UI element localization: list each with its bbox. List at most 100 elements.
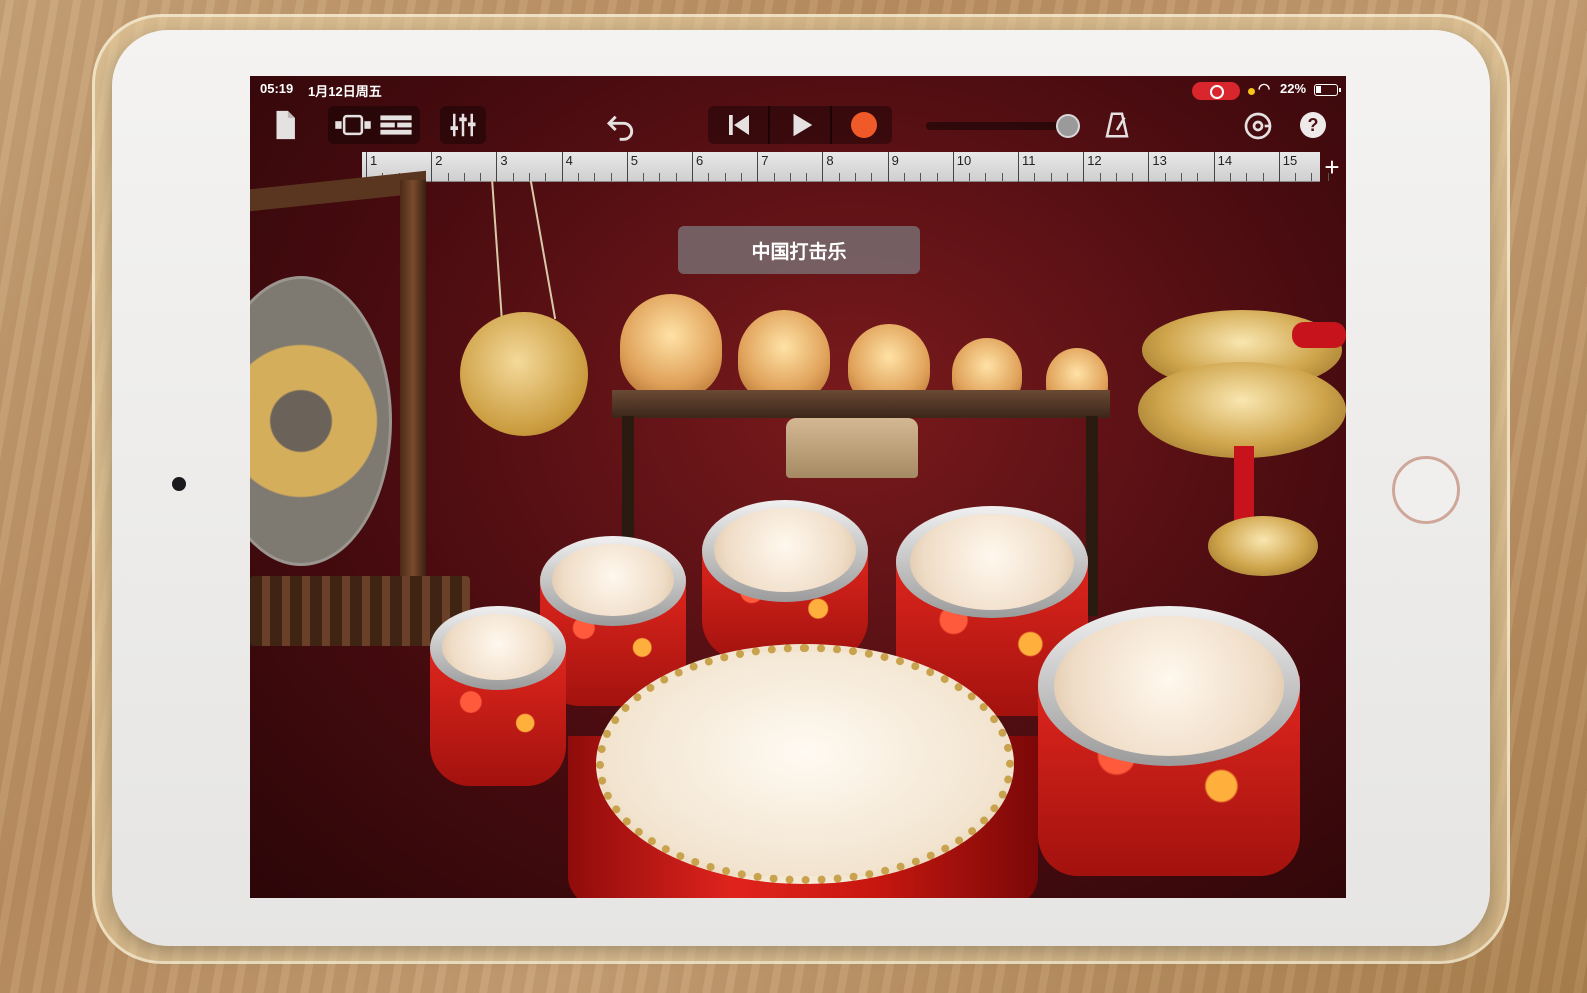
- ruler-beat-tick: [985, 173, 987, 181]
- record-button[interactable]: [842, 110, 886, 140]
- go-to-start-icon[interactable]: [718, 110, 760, 140]
- ruler-beat-tick: [1115, 173, 1117, 181]
- ruler-bar-label: 4: [565, 153, 573, 168]
- drum-head[interactable]: [910, 514, 1074, 610]
- status-bar: 05:19 1月12日周五 ◠ 22%: [250, 76, 1346, 100]
- ruler-beat-tick: [773, 173, 775, 181]
- undo-icon[interactable]: [604, 110, 638, 142]
- play-icon[interactable]: [780, 110, 822, 140]
- ruler-beat-tick: [1164, 173, 1166, 181]
- metronome-icon[interactable]: [1102, 110, 1132, 140]
- gong-frame-post: [400, 180, 426, 600]
- ruler-bar-mark: 11: [1018, 152, 1036, 182]
- ruler-beat-tick: [643, 173, 645, 181]
- ruler-beat-tick: [594, 173, 596, 181]
- ruler-beat-tick: [740, 173, 742, 181]
- instrument-name-label[interactable]: 中国打击乐: [678, 226, 920, 274]
- mixer-icon[interactable]: [446, 110, 480, 140]
- ruler-beat-tick: [1295, 173, 1297, 181]
- ruler-beat-tick: [1229, 173, 1231, 181]
- ruler-beat-tick: [1246, 173, 1248, 181]
- record-icon: [851, 112, 877, 138]
- ruler-beat-tick: [463, 173, 465, 181]
- drum-tom-1[interactable]: [430, 606, 566, 786]
- ruler-bar-label: 15: [1282, 153, 1298, 168]
- ruler-bar-mark: 14: [1213, 152, 1232, 182]
- ruler-bar-mark: 4: [561, 152, 573, 182]
- ruler-beat-tick: [1311, 173, 1313, 181]
- view-tracks-icon[interactable]: [334, 110, 372, 140]
- drum-tom-3[interactable]: [702, 500, 868, 660]
- ruler-beat-tick: [969, 173, 971, 181]
- ruler-beat-tick: [675, 173, 677, 181]
- ruler-beat-tick: [724, 173, 726, 181]
- ruler-bar-mark: 6: [692, 152, 703, 182]
- ruler-beat-tick: [512, 173, 514, 181]
- screen-recording-indicator[interactable]: [1192, 82, 1240, 100]
- big-drum-head[interactable]: [596, 644, 1014, 884]
- woodblock-2[interactable]: [738, 310, 830, 402]
- ruler-beat-tick: [480, 173, 482, 181]
- ruler-beat-tick: [789, 173, 791, 181]
- toolbar: ?: [250, 100, 1346, 152]
- ruler-beat-tick: [920, 173, 922, 181]
- drum-head[interactable]: [1054, 616, 1284, 756]
- ruler-beat-tick: [545, 173, 547, 181]
- ruler-beat-tick: [708, 173, 710, 181]
- view-list-icon[interactable]: [378, 110, 414, 140]
- ruler-bar-mark: 9: [887, 152, 899, 182]
- ruler-bar-label: 7: [761, 153, 769, 168]
- ruler-beat-tick: [529, 173, 530, 181]
- home-button[interactable]: [1392, 456, 1460, 524]
- ruler-beat-tick: [577, 173, 579, 181]
- small-cymbals[interactable]: [1208, 516, 1318, 576]
- ruler-beat-tick: [1132, 173, 1134, 181]
- document-icon[interactable]: [268, 108, 302, 142]
- mic-in-use-dot: [1248, 88, 1255, 95]
- ruler-beat-tick: [855, 173, 856, 181]
- ruler-bar-label: 13: [1152, 153, 1167, 168]
- add-section-button[interactable]: +: [1320, 154, 1344, 180]
- large-gong[interactable]: [250, 276, 392, 566]
- ruler-bar-mark: 5: [626, 152, 638, 182]
- help-icon[interactable]: ?: [1300, 112, 1326, 138]
- ruler-bar-mark: 8: [822, 152, 834, 182]
- transport-controls: [708, 106, 892, 144]
- drum-head[interactable]: [552, 544, 674, 616]
- ruler-bar-label: 5: [630, 153, 639, 168]
- timeline-ruler[interactable]: 1 2 3 4 5 6 7 8 9 10 11 12 13 14 15: [362, 152, 1329, 182]
- drum-floor[interactable]: [1038, 606, 1300, 876]
- ruler-beat-tick: [1001, 173, 1003, 181]
- ruler-bar-label: 12: [1087, 153, 1102, 168]
- master-volume-slider[interactable]: [926, 122, 1066, 130]
- ruler-beat-tick: [806, 173, 808, 181]
- ruler-beat-tick: [447, 173, 449, 181]
- battery-icon: [1314, 84, 1341, 96]
- status-date: 1月12日周五: [308, 84, 382, 99]
- ruler-bar-label: 8: [826, 153, 834, 168]
- woodblock-1[interactable]: [620, 294, 722, 398]
- ruler-bar-mark: 7: [757, 152, 768, 182]
- ruler-beat-tick: [659, 173, 661, 181]
- ruler-beat-tick: [1050, 173, 1052, 181]
- cymbal-bottom[interactable]: [1138, 362, 1346, 458]
- ruler-beat-tick: [1034, 173, 1036, 181]
- ruler-bar-mark: 12: [1083, 152, 1102, 182]
- small-gong[interactable]: [460, 312, 588, 436]
- ruler-beat-tick: [936, 173, 938, 181]
- drum-head[interactable]: [442, 614, 554, 680]
- slit-drum[interactable]: [786, 418, 918, 478]
- drum-head[interactable]: [714, 508, 856, 592]
- settings-icon[interactable]: [1242, 110, 1274, 142]
- ruler-beat-tick: [871, 173, 873, 181]
- app-screen: 05:19 1月12日周五 ◠ 22% ? 1 2 3 4 5 6 7 8 9 …: [250, 76, 1346, 898]
- ruler-bar-label: 9: [891, 153, 899, 168]
- master-volume-knob[interactable]: [1056, 114, 1080, 138]
- status-time: 05:19: [260, 81, 294, 96]
- mixer-group: [440, 106, 486, 144]
- cymbal-tassel: [1292, 322, 1346, 348]
- ruler-bar-label: 6: [696, 153, 704, 168]
- woodblock-shelf: [612, 390, 1110, 418]
- ruler-bar-mark: 3: [496, 152, 508, 182]
- ruler-bar-label: 2: [435, 153, 443, 168]
